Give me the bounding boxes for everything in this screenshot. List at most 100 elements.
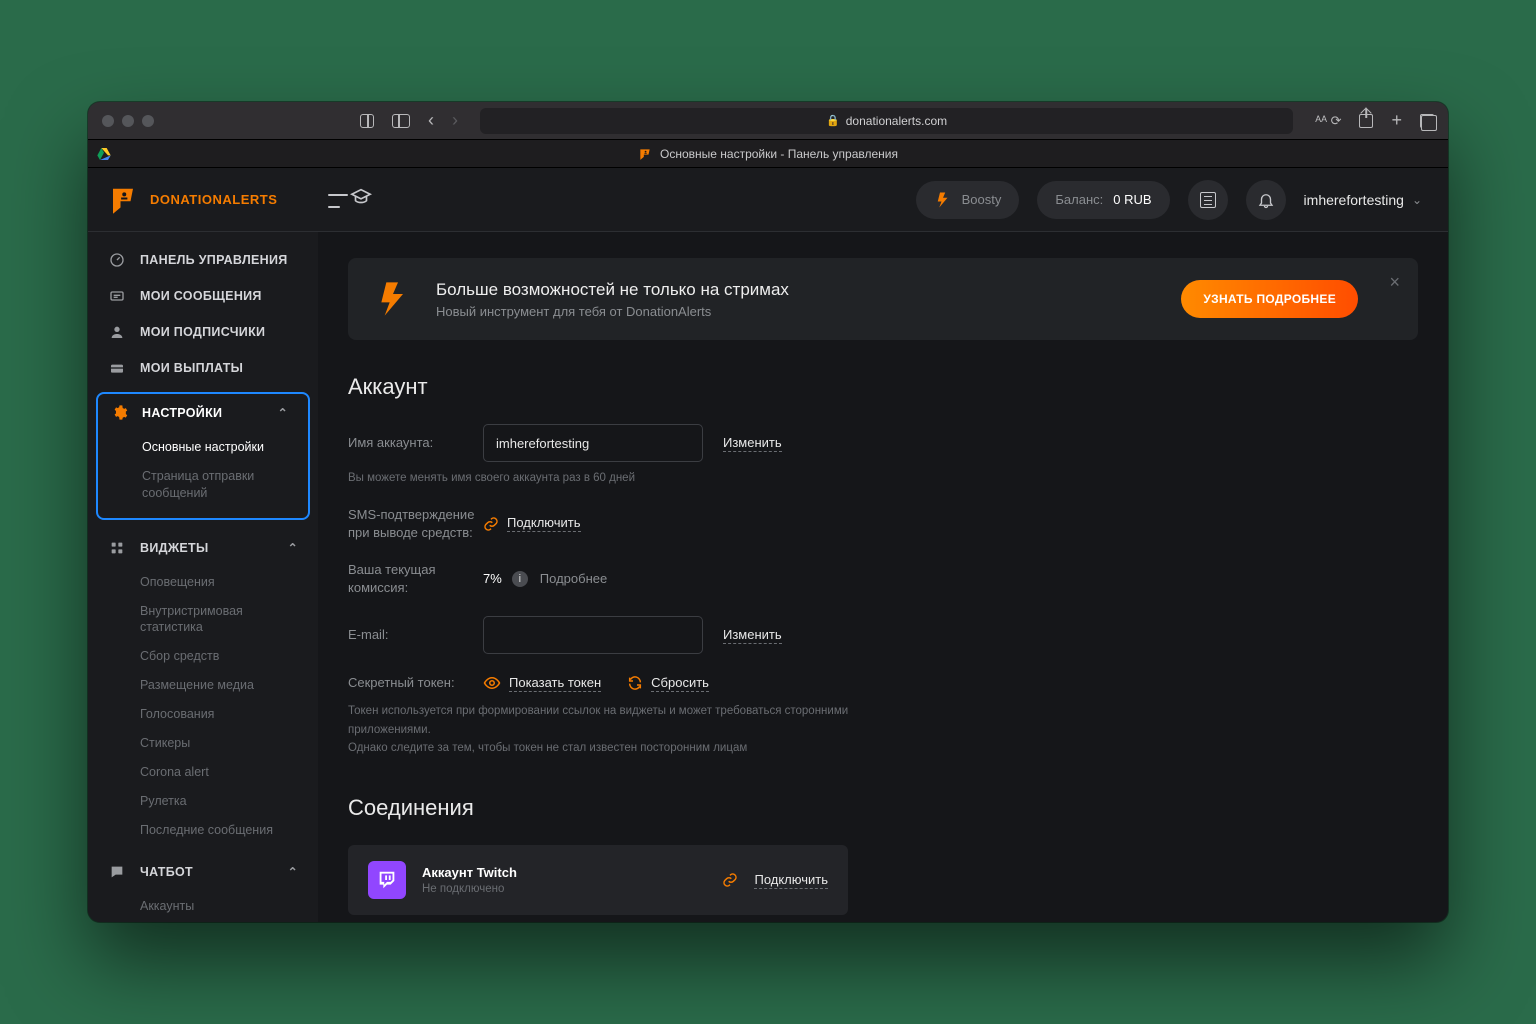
close-icon[interactable]: × <box>1389 272 1400 293</box>
traffic-zoom-icon[interactable] <box>142 115 154 127</box>
sidebar: ПАНЕЛЬ УПРАВЛЕНИЯ МОИ СООБЩЕНИЯ МОИ ПОДП… <box>88 232 318 922</box>
connections-heading: Соединения <box>348 795 1418 821</box>
fee-more-link[interactable]: Подробнее <box>540 571 607 586</box>
promo-cta-button[interactable]: УЗНАТЬ ПОДРОБНЕЕ <box>1181 280 1358 318</box>
balance-pill[interactable]: Баланс: 0 RUB <box>1037 181 1169 219</box>
sidebar-sub-stream-stats[interactable]: Внутристримовая статистика <box>140 597 318 643</box>
brand-name: DONATIONALERTS <box>150 192 277 207</box>
traffic-close-icon[interactable] <box>102 115 114 127</box>
sidebar-item-messages[interactable]: МОИ СООБЩЕНИЯ <box>88 278 318 314</box>
chatbot-icon <box>108 864 126 880</box>
dashboard-icon <box>108 252 126 268</box>
boosty-promo-icon <box>370 276 416 322</box>
notifications-button[interactable] <box>1246 180 1286 220</box>
user-menu[interactable]: imherefortesting ⌄ <box>1304 192 1422 208</box>
promo-title: Больше возможностей не только на стримах <box>436 280 789 300</box>
balance-label: Баланс: <box>1055 192 1103 207</box>
token-hint: Токен используется при формировании ссыл… <box>348 702 868 757</box>
brand[interactable]: DONATIONALERTS <box>88 185 318 215</box>
boosty-icon <box>934 191 952 209</box>
sidebar-item-label: ВИДЖЕТЫ <box>140 541 209 555</box>
sidebar-item-dashboard[interactable]: ПАНЕЛЬ УПРАВЛЕНИЯ <box>88 242 318 278</box>
sidebar-sub-media[interactable]: Размещение медиа <box>140 671 318 700</box>
bell-icon <box>1257 191 1275 209</box>
account-name-input[interactable]: imherefortesting <box>483 424 703 462</box>
boosty-link[interactable]: Boosty <box>916 181 1020 219</box>
wallet-icon <box>108 360 126 376</box>
account-name-hint: Вы можете менять имя своего аккаунта раз… <box>348 472 1418 484</box>
chevron-up-icon: ⌃ <box>288 865 298 879</box>
account-heading: Аккаунт <box>348 374 1418 400</box>
refresh-icon <box>627 675 643 691</box>
account-name-label: Имя аккаунта: <box>348 434 483 452</box>
change-name-link[interactable]: Изменить <box>723 435 782 452</box>
connection-twitch: Аккаунт Twitch Не подключено Подключить <box>348 845 848 915</box>
token-show-link[interactable]: Показать токен <box>509 675 601 692</box>
sidebar-item-label: МОИ ВЫПЛАТЫ <box>140 361 243 375</box>
info-icon[interactable]: i <box>512 571 528 587</box>
chevron-up-icon: ⌃ <box>278 406 288 420</box>
sidebar-item-settings[interactable]: НАСТРОЙКИ ⌃ <box>98 394 308 431</box>
sidebar-group-settings: НАСТРОЙКИ ⌃ Основные настройки Страница … <box>96 392 310 520</box>
email-label: E-mail: <box>348 626 483 644</box>
promo-banner: Больше возможностей не только на стримах… <box>348 258 1418 340</box>
fee-label: Ваша текущая комиссия: <box>348 561 483 596</box>
browser-tab-strip: Основные настройки - Панель управления <box>88 140 1448 168</box>
token-label: Секретный токен: <box>348 674 483 692</box>
browser-titlebar: ‹ › 🔒 donationalerts.com ᴬᴬ ⟳ + <box>88 102 1448 140</box>
sidebar-item-widgets[interactable]: ВИДЖЕТЫ ⌃ <box>88 530 318 566</box>
sidebar-toggle-icon[interactable] <box>392 114 410 128</box>
eye-icon <box>483 674 501 692</box>
token-reset-link[interactable]: Сбросить <box>651 675 709 692</box>
app-topbar: DONATIONALERTS Boosty Баланс: 0 RUB <box>88 168 1448 232</box>
boosty-label: Boosty <box>962 192 1002 207</box>
email-input[interactable] <box>483 616 703 654</box>
change-email-link[interactable]: Изменить <box>723 627 782 644</box>
sidebar-sub-stickers[interactable]: Стикеры <box>140 729 318 758</box>
link-icon <box>722 872 738 888</box>
promo-subtitle: Новый инструмент для тебя от DonationAle… <box>436 304 789 319</box>
balance-value: 0 RUB <box>1113 192 1151 207</box>
sidebar-sub-roulette[interactable]: Рулетка <box>140 787 318 816</box>
reader-reload-icon[interactable]: ᴬᴬ ⟳ <box>1315 113 1341 129</box>
sidebar-item-label: МОИ ПОДПИСЧИКИ <box>140 325 265 339</box>
privacy-shield-icon[interactable] <box>360 114 374 128</box>
sidebar-sub-fundraising[interactable]: Сбор средств <box>140 642 318 671</box>
sidebar-sub-accounts[interactable]: Аккаунты <box>140 892 318 921</box>
sms-connect-link[interactable]: Подключить <box>507 515 581 532</box>
sidebar-item-label: ПАНЕЛЬ УПРАВЛЕНИЯ <box>140 253 288 267</box>
tabs-overview-icon[interactable] <box>1420 114 1434 128</box>
address-domain: donationalerts.com <box>846 114 947 128</box>
academy-icon[interactable] <box>350 186 372 213</box>
sidebar-item-label: ЧАТБОТ <box>140 865 193 879</box>
username: imherefortesting <box>1304 192 1404 208</box>
link-icon <box>483 516 499 532</box>
chevron-down-icon: ⌄ <box>1412 193 1422 207</box>
sidebar-sub-multichat[interactable]: Мультичат <box>140 921 318 922</box>
connection-connect-button[interactable]: Подключить <box>722 872 828 889</box>
gdrive-extension-icon[interactable] <box>96 146 112 162</box>
nav-forward-icon: › <box>452 110 458 131</box>
share-icon[interactable] <box>1359 114 1373 128</box>
news-button[interactable] <box>1188 180 1228 220</box>
address-bar[interactable]: 🔒 donationalerts.com <box>480 108 1293 134</box>
sidebar-sub-alerts[interactable]: Оповещения <box>140 568 318 597</box>
sidebar-sub-recent-messages[interactable]: Последние сообщения <box>140 816 318 845</box>
sidebar-sub-polls[interactable]: Голосования <box>140 700 318 729</box>
traffic-minimize-icon[interactable] <box>122 115 134 127</box>
connection-name: Аккаунт Twitch <box>422 865 517 880</box>
sidebar-item-subscribers[interactable]: МОИ ПОДПИСЧИКИ <box>88 314 318 350</box>
sidebar-sub-general-settings[interactable]: Основные настройки <box>142 433 308 462</box>
sidebar-item-chatbot[interactable]: ЧАТБОТ ⌃ <box>88 854 318 890</box>
widgets-icon <box>108 540 126 556</box>
tab-favicon-icon <box>638 147 652 161</box>
new-tab-icon[interactable]: + <box>1391 110 1402 131</box>
lock-icon: 🔒 <box>826 114 840 127</box>
person-icon <box>108 324 126 340</box>
sidebar-sub-corona[interactable]: Corona alert <box>140 758 318 787</box>
browser-window: ‹ › 🔒 donationalerts.com ᴬᴬ ⟳ + Основные… <box>88 102 1448 922</box>
sidebar-sub-donation-page[interactable]: Страница отправки сообщений <box>142 462 308 508</box>
nav-back-icon[interactable]: ‹ <box>428 110 434 131</box>
tab-title[interactable]: Основные настройки - Панель управления <box>660 147 898 161</box>
sidebar-item-payouts[interactable]: МОИ ВЫПЛАТЫ <box>88 350 318 386</box>
